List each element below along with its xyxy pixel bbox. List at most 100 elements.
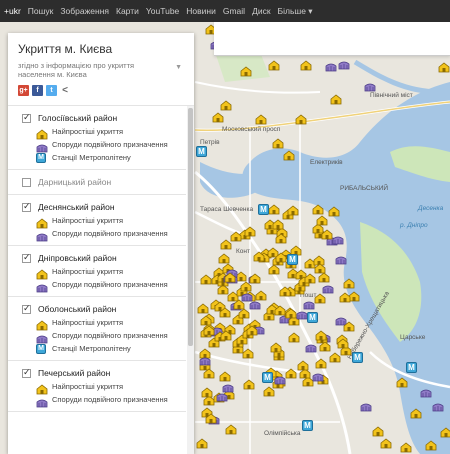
shelter-marker[interactable] [275,252,287,263]
shelter-marker[interactable] [410,408,422,419]
shelter-marker[interactable] [224,272,236,283]
shelter-marker[interactable] [272,219,284,230]
dual-use-marker[interactable] [325,62,337,72]
shelter-marker[interactable] [246,325,258,336]
shelter-marker[interactable] [275,233,287,244]
shelter-marker[interactable] [268,264,280,275]
shelter-marker[interactable] [400,442,412,453]
dual-use-marker[interactable] [312,372,324,382]
district-toggle[interactable]: Дарницький район [22,175,186,189]
shelter-marker[interactable] [201,387,213,398]
shelter-marker[interactable] [337,338,349,349]
shelter-marker[interactable] [219,307,231,318]
shelter-marker[interactable] [316,215,328,226]
dual-use-marker[interactable] [303,300,315,310]
shelter-marker[interactable] [329,352,341,363]
shelter-marker[interactable] [218,253,230,264]
layer-row[interactable]: Найпростіші укриття [22,265,186,279]
shelter-marker[interactable] [279,286,291,297]
shelter-marker[interactable] [315,330,327,341]
shelter-marker[interactable] [225,424,237,435]
gbar-link[interactable]: Gmail [223,6,245,16]
dual-use-marker[interactable] [420,388,432,398]
gbar-link[interactable]: YouTube [146,6,179,16]
district-checkbox[interactable] [22,112,31,123]
dual-use-marker[interactable] [360,402,372,412]
shelter-marker[interactable] [242,348,254,359]
shelter-marker[interactable] [240,66,252,77]
district-toggle[interactable]: Печерський район [22,366,186,380]
shelter-marker[interactable] [304,273,316,284]
shelter-marker[interactable] [263,386,275,397]
dual-use-marker[interactable] [249,300,261,310]
shelter-marker[interactable] [268,204,280,215]
shelter-marker[interactable] [300,60,312,71]
dual-use-marker[interactable] [216,392,228,402]
dual-use-marker[interactable] [335,255,347,265]
shelter-marker[interactable] [253,251,265,262]
gbar-link[interactable]: Карти [116,6,139,16]
shelter-marker[interactable] [203,325,215,336]
metro-marker[interactable]: M [406,362,417,373]
district-toggle[interactable]: Оболонський район [22,302,186,316]
dual-use-marker[interactable] [338,60,350,70]
layer-row[interactable]: M Станції Метрополітену [22,342,186,355]
facebook-icon[interactable]: f [32,85,43,96]
google-plus-icon[interactable]: g+ [18,85,29,96]
shelter-marker[interactable] [283,150,295,161]
shelter-marker[interactable] [205,413,217,424]
layer-row[interactable]: Споруди подвійного призначення [22,227,186,241]
shelter-marker[interactable] [230,231,242,242]
twitter-icon[interactable]: t [46,85,57,96]
shelter-marker[interactable] [396,377,408,388]
metro-marker[interactable]: M [352,352,363,363]
shelter-marker[interactable] [272,138,284,149]
shelter-marker[interactable] [243,379,255,390]
shelter-marker[interactable] [220,330,232,341]
shelter-marker[interactable] [233,299,245,310]
shelter-marker[interactable] [288,332,300,343]
gbar-link[interactable]: Пошук [28,6,54,16]
shelter-marker[interactable] [203,368,215,379]
layer-row[interactable]: M Станції Метрополітену [22,151,186,164]
shelter-marker[interactable] [297,360,309,371]
shelter-marker[interactable] [220,100,232,111]
shelter-marker[interactable] [268,60,280,71]
shelter-marker[interactable] [372,426,384,437]
collapse-caret-icon[interactable]: ▼ [175,64,182,71]
shelter-marker[interactable] [287,205,299,216]
scrollbar-thumb[interactable] [188,108,193,346]
shelter-marker[interactable] [425,440,437,451]
shelter-marker[interactable] [200,274,212,285]
metro-marker[interactable]: M [196,146,207,157]
shelter-marker[interactable] [249,273,261,284]
district-checkbox[interactable] [22,201,31,212]
layer-row[interactable]: Споруди подвійного призначення [22,278,186,292]
metro-marker[interactable]: M [307,312,318,323]
district-checkbox[interactable] [22,177,31,187]
shelter-marker[interactable] [380,438,392,449]
layer-row[interactable]: Споруди подвійного призначення [22,138,186,152]
shelter-marker[interactable] [343,278,355,289]
layer-row[interactable]: Найпростіші укриття [22,214,186,228]
layer-row[interactable]: Найпростіші укриття [22,316,186,330]
district-checkbox[interactable] [22,367,31,378]
dual-use-marker[interactable] [322,284,334,294]
shelter-marker[interactable] [330,94,342,105]
gbar-link[interactable]: +ukr [4,6,21,16]
shelter-marker[interactable] [255,114,267,125]
shelter-marker[interactable] [314,293,326,304]
metro-marker[interactable]: M [287,254,298,265]
gbar-link[interactable]: Більше ▾ [278,6,313,17]
layer-row[interactable]: Найпростіші укриття [22,380,186,394]
shelter-marker[interactable] [244,226,256,237]
shelter-marker[interactable] [219,371,231,382]
layer-row[interactable]: Споруди подвійного призначення [22,393,186,407]
district-toggle[interactable]: Дніпровський район [22,251,186,265]
gbar-link[interactable]: Диск [252,6,270,16]
dual-use-marker[interactable] [432,402,444,412]
shelter-marker[interactable] [312,204,324,215]
district-checkbox[interactable] [22,252,31,263]
panel-scrollbar[interactable] [187,106,194,454]
map-search-box[interactable] [214,22,450,56]
